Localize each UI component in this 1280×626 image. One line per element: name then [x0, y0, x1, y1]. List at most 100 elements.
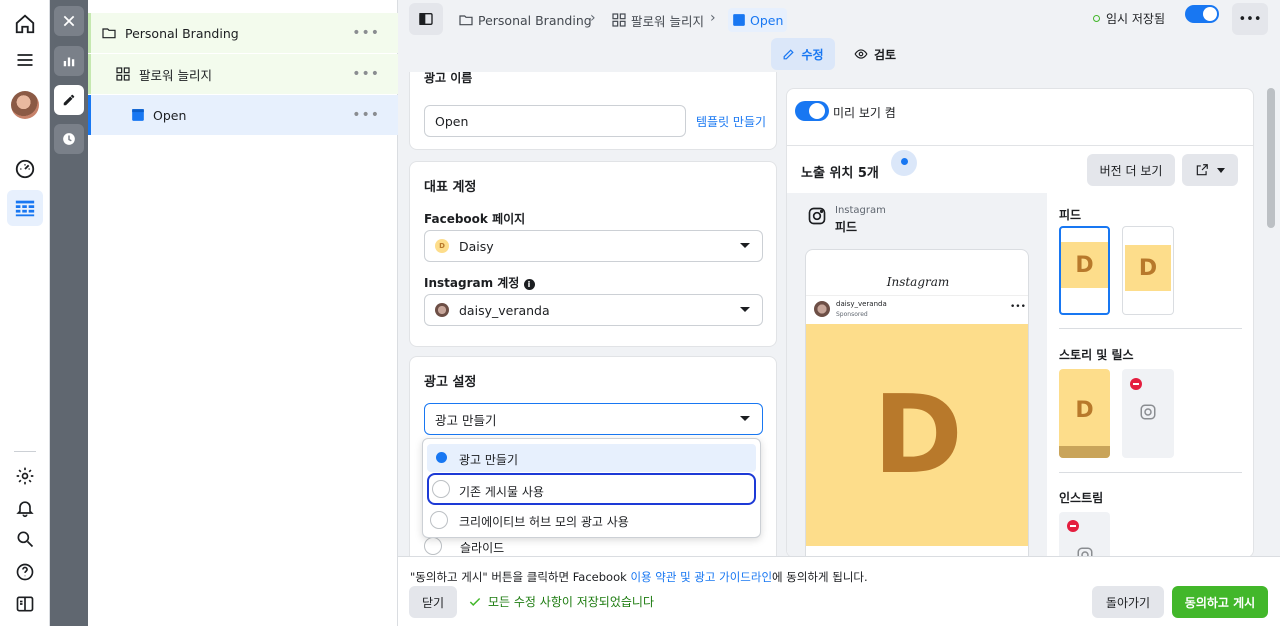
folder-icon	[459, 15, 473, 26]
breadcrumb-adset[interactable]: 팔로워 늘리지	[611, 8, 704, 32]
avatar[interactable]	[11, 91, 39, 119]
ad-creative-image: D	[806, 324, 1028, 546]
notice-text: 에 동의하게 됩니다.	[772, 570, 868, 584]
ig-post-account: daisy_veranda	[836, 300, 887, 308]
ad-creative-letter: D	[873, 372, 963, 498]
save-status-label: 임시 저장됨	[1106, 12, 1166, 26]
chevron-right-icon: ›	[590, 10, 596, 26]
scrollbar-thumb[interactable]	[1267, 88, 1275, 228]
tree-item-label: 팔로워 늘리지	[139, 67, 212, 83]
ad-name-input[interactable]: Open	[424, 105, 686, 137]
more-icon[interactable]: •••	[352, 66, 380, 82]
stories-thumb-1[interactable]: D	[1059, 369, 1110, 458]
caret-down-icon	[1217, 167, 1225, 173]
search-icon[interactable]	[7, 521, 43, 557]
gear-icon[interactable]	[7, 458, 43, 494]
help-icon[interactable]	[7, 554, 43, 590]
ad-setup-value: 광고 만들기	[435, 412, 497, 428]
tree-item-label: Personal Branding	[125, 25, 239, 41]
more-options-icon[interactable]: •••	[1232, 3, 1268, 35]
tab-review[interactable]: 검토	[845, 38, 905, 70]
publish-label: 동의하고 게시	[1184, 595, 1256, 610]
ad-name-card: 광고 이름 Open 템플릿 만들기	[409, 72, 777, 150]
saved-message: 모든 수정 사항이 저장되었습니다	[468, 593, 654, 610]
fb-page-value: Daisy	[459, 238, 494, 254]
save-status: 임시 저장됨	[1093, 10, 1165, 27]
tab-edit[interactable]: 수정	[771, 38, 835, 70]
info-icon[interactable]: i	[523, 279, 535, 290]
divider	[1059, 472, 1242, 473]
tree-item-adset[interactable]: 팔로워 늘리지 •••	[88, 54, 398, 94]
feed-thumb-2[interactable]: D	[1122, 226, 1174, 315]
breadcrumb-ad[interactable]: Open	[728, 8, 788, 32]
grid-icon	[116, 67, 130, 81]
placements-title: 노출 위치 5개	[801, 166, 879, 181]
auto-toggle[interactable]	[1185, 5, 1219, 23]
notice-text: "동의하고 게시" 버튼을 클릭하면 Facebook	[410, 570, 631, 584]
panel-icon[interactable]	[7, 586, 43, 622]
more-versions-label: 버전 더 보기	[1099, 163, 1163, 178]
option-create-ad[interactable]: 광고 만들기	[427, 444, 756, 472]
ig-post-avatar	[814, 301, 830, 317]
sidebar-toggle-icon[interactable]	[409, 3, 443, 35]
instagram-icon	[808, 207, 826, 225]
fb-page-select[interactable]: D Daisy	[424, 230, 763, 262]
ads-manager-table-icon[interactable]	[7, 190, 43, 226]
platform-label: Instagram	[835, 205, 886, 216]
option-creative-hub[interactable]: 크리에이티브 허브 모의 광고 사용	[427, 507, 756, 535]
home-icon[interactable]	[7, 6, 43, 42]
ig-logo-text: Instagram	[806, 268, 1028, 296]
instagram-feed-mock: Instagram daisy_veranda Sponsored ••• D	[805, 249, 1029, 557]
preview-toggle[interactable]	[795, 101, 829, 121]
instream-thumb[interactable]	[1059, 512, 1110, 557]
option-existing-post[interactable]: 기존 게시물 사용	[427, 473, 756, 505]
external-link-icon	[1196, 164, 1208, 176]
ad-icon	[132, 109, 144, 121]
option-label: 크리에이티브 허브 모의 광고 사용	[459, 515, 629, 529]
feed-thumb-1[interactable]: D	[1059, 226, 1110, 315]
ig-account-label: Instagram 계정 i	[424, 274, 535, 291]
stories-thumb-2[interactable]	[1122, 369, 1174, 458]
more-versions-button[interactable]: 버전 더 보기	[1087, 154, 1175, 186]
radio-selected-icon	[436, 452, 447, 463]
publish-button[interactable]: 동의하고 게시	[1172, 586, 1268, 618]
dashboard-icon[interactable]	[7, 151, 43, 187]
share-preview-button[interactable]	[1182, 154, 1238, 186]
saved-message-label: 모든 수정 사항이 저장되었습니다	[488, 595, 655, 609]
close-icon[interactable]	[54, 6, 84, 36]
pencil-icon	[784, 48, 795, 59]
tree-item-ad[interactable]: Open •••	[88, 95, 398, 135]
editor-main: Personal Branding › 팔로워 늘리지 › Open 임시 저장…	[398, 0, 1280, 626]
pencil-icon[interactable]	[54, 85, 84, 115]
ig-account-select[interactable]: daisy_veranda	[424, 294, 763, 326]
chart-icon[interactable]	[54, 46, 84, 76]
terms-link[interactable]: 이용 약관 및 광고 가이드라인	[630, 570, 772, 584]
template-link[interactable]: 템플릿 만들기	[696, 113, 766, 130]
rail-divider	[14, 451, 36, 452]
more-icon[interactable]: •••	[352, 25, 380, 41]
radio-slide[interactable]	[424, 537, 442, 555]
preview-toggle-label: 미리 보기 켬	[833, 106, 896, 120]
back-button[interactable]: 돌아가기	[1092, 586, 1164, 618]
breadcrumb-campaign[interactable]: Personal Branding	[458, 8, 592, 32]
top-bar: Personal Branding › 팔로워 늘리지 › Open 임시 저장…	[398, 0, 1280, 40]
ad-name-header: 광고 이름	[424, 72, 473, 85]
placement-label: 피드	[835, 220, 858, 234]
ad-setup-select[interactable]: 광고 만들기	[424, 403, 763, 435]
tree-item-campaign[interactable]: Personal Branding •••	[88, 13, 398, 53]
left-nav-rail	[0, 0, 50, 626]
page-avatar-icon: D	[435, 239, 449, 253]
menu-icon[interactable]	[7, 42, 43, 78]
close-button[interactable]: 닫기	[409, 586, 457, 618]
ad-setup-dropdown: 광고 만들기 기존 게시물 사용 크리에이티브 허브 모의 광고 사용	[422, 438, 761, 538]
tree-item-label: Open	[153, 107, 187, 123]
placements-panel: 노출 위치 5개 버전 더 보기 Instagram 피드 Instagram …	[787, 145, 1253, 557]
slide-label: 슬라이드	[460, 541, 505, 555]
section-stories: 스토리 및 릴스	[1059, 348, 1134, 362]
ig-sponsored: Sponsored	[836, 311, 868, 318]
grid-icon	[612, 13, 626, 27]
ad-icon	[733, 14, 745, 26]
more-icon[interactable]: •••	[352, 107, 380, 123]
clock-icon[interactable]	[54, 124, 84, 154]
tab-review-label: 검토	[873, 47, 897, 62]
